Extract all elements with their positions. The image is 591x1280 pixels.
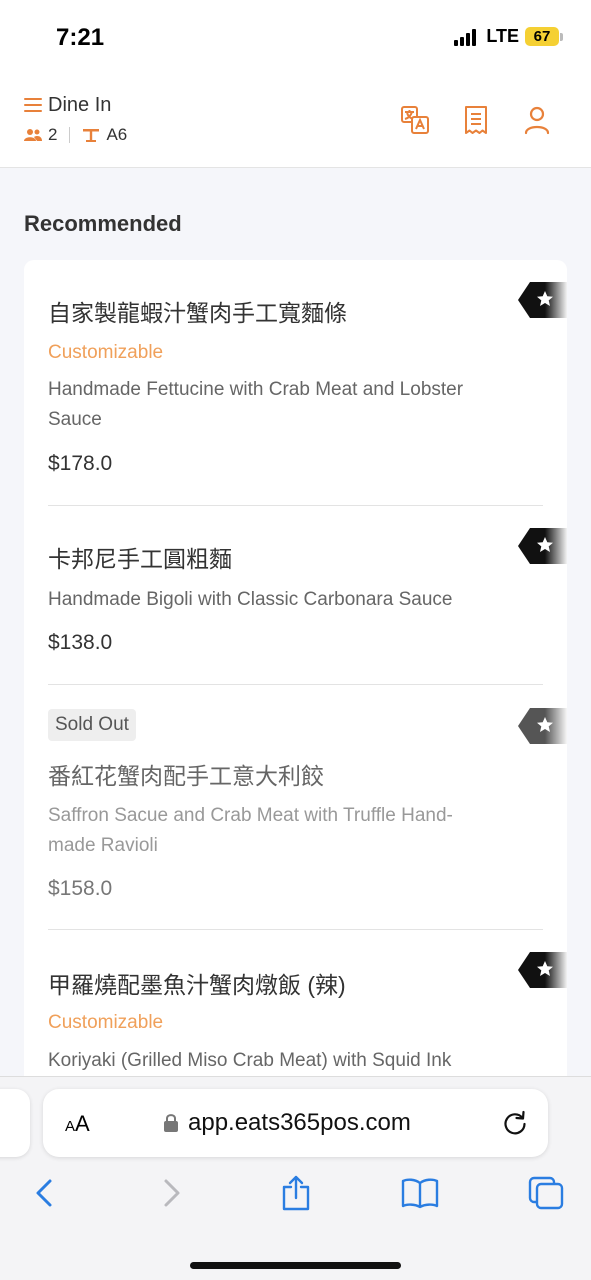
- browser-nav: [0, 1173, 591, 1223]
- status-indicators: LTE 67: [454, 26, 563, 47]
- signal-icon: [454, 28, 477, 46]
- item-price: $138.0: [48, 631, 113, 654]
- menu-item[interactable]: 自家製龍蝦汁蟹肉手工寬麵條: [48, 294, 543, 328]
- tabs-icon[interactable]: [526, 1173, 566, 1213]
- bookmarks-icon[interactable]: [400, 1173, 440, 1213]
- home-indicator: [190, 1262, 401, 1269]
- divider: [48, 505, 543, 506]
- favorite-star-icon[interactable]: [518, 952, 567, 988]
- favorite-star-icon[interactable]: [518, 282, 567, 318]
- item-price: $158.0: [48, 877, 113, 900]
- menu-item[interactable]: 甲羅燒配墨魚汁蟹肉燉飯 (辣): [48, 966, 543, 1000]
- divider: [69, 127, 71, 143]
- divider: [48, 684, 543, 685]
- item-name-en: Koriyaki (Grilled Miso Crab Meat) with S…: [48, 1050, 452, 1071]
- item-name-zh: 卡邦尼手工圓粗麵: [48, 546, 232, 572]
- battery-level: 67: [525, 27, 559, 46]
- user-icon[interactable]: [521, 104, 553, 136]
- url-text: app.eats365pos.com: [188, 1109, 411, 1136]
- favorite-star-icon[interactable]: [518, 708, 567, 744]
- previous-tab-peek[interactable]: [0, 1089, 30, 1157]
- reload-icon[interactable]: [502, 1109, 528, 1137]
- item-name-zh: 甲羅燒配墨魚汁蟹肉燉飯 (辣): [48, 972, 346, 998]
- favorite-star-icon[interactable]: [518, 528, 567, 564]
- network-type: LTE: [486, 26, 519, 46]
- receipt-icon[interactable]: [460, 104, 492, 136]
- forward-icon[interactable]: [152, 1173, 192, 1213]
- sold-out-badge: Sold Out: [48, 709, 136, 741]
- guest-count: 2: [48, 125, 58, 144]
- menu-list: 自家製龍蝦汁蟹肉手工寬麵條 Customizable Handmade Fett…: [24, 260, 567, 1080]
- guests-icon: [24, 129, 42, 141]
- item-name-zh: 番紅花蟹肉配手工意大利餃: [48, 763, 324, 789]
- item-name-en: Saffron Sacue and Crab Meat with Truffle…: [48, 805, 453, 826]
- menu-icon[interactable]: [24, 98, 42, 112]
- item-name-en: Handmade Fettucine with Crab Meat and Lo…: [48, 379, 464, 400]
- status-bar: 7:21 LTE 67: [0, 0, 591, 76]
- app-header: Dine In 2 A6: [0, 76, 591, 168]
- dine-mode-title[interactable]: Dine In: [48, 94, 111, 117]
- customizable-label: Customizable: [48, 1012, 164, 1033]
- back-icon[interactable]: [24, 1173, 64, 1213]
- browser-toolbar: AA app.eats365pos.com: [0, 1076, 591, 1280]
- item-name-en-cont: made Ravioli: [48, 835, 158, 856]
- customizable-label: Customizable: [48, 342, 164, 363]
- order-info: 2 A6: [24, 125, 127, 145]
- reader-settings-button[interactable]: AA: [65, 1111, 90, 1137]
- table-icon: [83, 129, 100, 142]
- status-time: 7:21: [56, 24, 105, 51]
- lock-icon: [164, 1114, 178, 1132]
- share-icon[interactable]: [276, 1173, 316, 1213]
- section-title: Recommended: [24, 211, 182, 236]
- divider: [48, 929, 543, 930]
- translate-icon[interactable]: [399, 104, 431, 136]
- item-name-en: Handmade Bigoli with Classic Carbonara S…: [48, 589, 453, 610]
- item-name-zh: 自家製龍蝦汁蟹肉手工寬麵條: [48, 300, 347, 326]
- item-price: $178.0: [48, 452, 113, 475]
- menu-item[interactable]: 卡邦尼手工圓粗麵: [48, 540, 543, 574]
- item-name-en-cont: Sauce: [48, 409, 102, 430]
- table-number: A6: [106, 125, 128, 144]
- menu-item-sold-out[interactable]: Sold Out: [48, 709, 543, 741]
- battery-icon: 67: [525, 27, 563, 46]
- address-bar[interactable]: AA app.eats365pos.com: [43, 1089, 548, 1157]
